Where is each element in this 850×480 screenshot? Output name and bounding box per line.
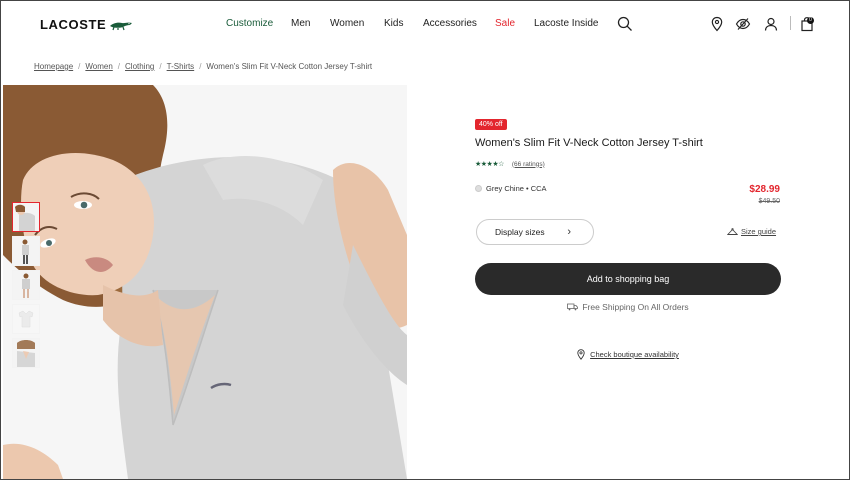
check-boutique-label: Check boutique availability: [590, 350, 679, 359]
nav-item-kids[interactable]: Kids: [384, 18, 403, 29]
breadcrumb-t-shirts[interactable]: T-Shirts: [167, 62, 195, 71]
search-icon[interactable]: [616, 15, 634, 33]
store-locator-icon[interactable]: [708, 15, 726, 33]
thumbnail-3[interactable]: [12, 270, 40, 300]
free-shipping-note: Free Shipping On All Orders: [475, 302, 781, 312]
sale-price: $28.99: [749, 184, 780, 195]
hanger-icon: [727, 227, 738, 235]
account-icon[interactable]: [762, 15, 780, 33]
thumbnail-1[interactable]: [12, 202, 40, 232]
nav-item-women[interactable]: Women: [330, 18, 364, 29]
thumbnail-2[interactable]: [12, 236, 40, 266]
bag-count-badge: 0: [807, 17, 814, 24]
product-photo: [3, 85, 407, 479]
original-price: $49.50: [758, 198, 780, 205]
header-divider: [790, 16, 791, 30]
display-sizes-button[interactable]: Display sizes ›: [476, 219, 594, 245]
breadcrumb-current: Women's Slim Fit V-Neck Cotton Jersey T-…: [206, 62, 373, 71]
nav-item-lacoste-inside[interactable]: Lacoste Inside: [534, 18, 599, 29]
location-pin-icon: [577, 349, 585, 360]
size-guide-link[interactable]: Size guide: [727, 227, 776, 236]
chevron-right-icon: ›: [567, 226, 571, 238]
breadcrumb-clothing[interactable]: Clothing: [125, 62, 154, 71]
nav-item-accessories[interactable]: Accessories: [423, 18, 477, 29]
truck-icon: [567, 303, 579, 311]
discount-badge: 40% off: [475, 119, 507, 130]
add-to-bag-button[interactable]: Add to shopping bag: [475, 263, 781, 295]
breadcrumb-separator: /: [117, 62, 121, 71]
product-rating: ★★★★☆ (66 ratings): [475, 160, 545, 169]
display-sizes-label: Display sizes: [495, 227, 545, 237]
thumbnail-5[interactable]: [12, 338, 40, 368]
thumbnail-4[interactable]: [12, 304, 40, 334]
breadcrumb-women[interactable]: Women: [85, 62, 112, 71]
free-shipping-label: Free Shipping On All Orders: [582, 302, 689, 312]
ratings-count-link[interactable]: (66 ratings): [512, 161, 545, 168]
breadcrumb-separator: /: [159, 62, 162, 71]
breadcrumb-separator: /: [78, 62, 81, 71]
breadcrumb-homepage[interactable]: Homepage: [34, 62, 73, 71]
color-selector[interactable]: Grey Chine • CCA: [475, 184, 547, 193]
nav-item-customize[interactable]: Customize: [226, 18, 273, 29]
rating-stars: ★★★★☆: [475, 161, 504, 168]
nav-item-men[interactable]: Men: [291, 18, 310, 29]
product-main-image[interactable]: [3, 85, 407, 479]
check-boutique-link[interactable]: Check boutique availability: [475, 349, 781, 360]
nav-item-sale[interactable]: Sale: [495, 18, 515, 29]
breadcrumb: Homepage / Women / Clothing / T-Shirts /…: [34, 62, 372, 71]
color-swatch[interactable]: [475, 185, 482, 192]
breadcrumb-separator: /: [199, 62, 202, 71]
product-title: Women's Slim Fit V-Neck Cotton Jersey T-…: [475, 137, 703, 149]
size-guide-label: Size guide: [741, 227, 777, 236]
thumbnail-strip: [12, 202, 42, 372]
color-name: Grey Chine • CCA: [486, 184, 547, 193]
site-header: LACOSTE Customize Men Women Kids Accesso…: [0, 0, 850, 50]
accessibility-icon[interactable]: [734, 15, 752, 33]
